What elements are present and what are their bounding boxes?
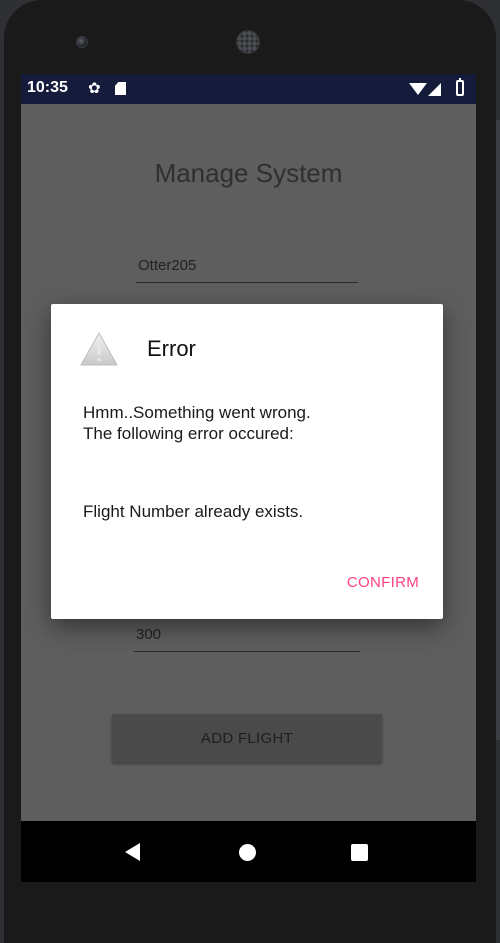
- capacity-value: 300: [136, 626, 162, 643]
- dialog-title: Error: [147, 336, 196, 361]
- page-title: Manage System: [154, 158, 343, 188]
- emulator-side-panel: [496, 120, 500, 740]
- input-underline: [134, 651, 360, 652]
- dialog-message-line: The following error occured:: [83, 424, 294, 443]
- phone-body: 10:35 ✿ Manage System Otter205 300 ADD F…: [4, 0, 496, 943]
- navigation-bar: [21, 821, 476, 882]
- back-icon[interactable]: [125, 843, 140, 861]
- cell-signal-icon: [428, 83, 441, 96]
- device-screen: 10:35 ✿ Manage System Otter205 300 ADD F…: [21, 74, 476, 882]
- flight-number-value: Otter205: [138, 257, 197, 274]
- front-camera-icon: [76, 36, 88, 48]
- add-flight-button[interactable]: ADD FLIGHT: [112, 714, 382, 762]
- home-icon[interactable]: [239, 844, 256, 861]
- emulator-frame: 10:35 ✿ Manage System Otter205 300 ADD F…: [0, 0, 500, 943]
- error-dialog: Error Hmm..Something went wrong. The fol…: [51, 304, 443, 619]
- capacity-input[interactable]: 300: [134, 626, 360, 652]
- status-bar: 10:35 ✿: [21, 74, 476, 104]
- confirm-button[interactable]: CONFIRM: [347, 574, 419, 591]
- dialog-message-line: Hmm..Something went wrong.: [83, 403, 311, 422]
- dialog-message: Hmm..Something went wrong. The following…: [83, 402, 423, 444]
- wifi-icon: [409, 83, 427, 95]
- recent-apps-icon[interactable]: [351, 844, 368, 861]
- sd-card-icon: [115, 82, 126, 95]
- status-time: 10:35: [27, 79, 68, 96]
- flight-number-input[interactable]: Otter205: [136, 257, 358, 283]
- battery-icon: [456, 78, 464, 96]
- settings-gear-icon: ✿: [88, 79, 101, 97]
- earpiece-speaker-icon: [236, 30, 260, 54]
- error-detail: Flight Number already exists.: [83, 502, 304, 521]
- warning-icon: [80, 331, 118, 366]
- input-underline: [136, 282, 358, 283]
